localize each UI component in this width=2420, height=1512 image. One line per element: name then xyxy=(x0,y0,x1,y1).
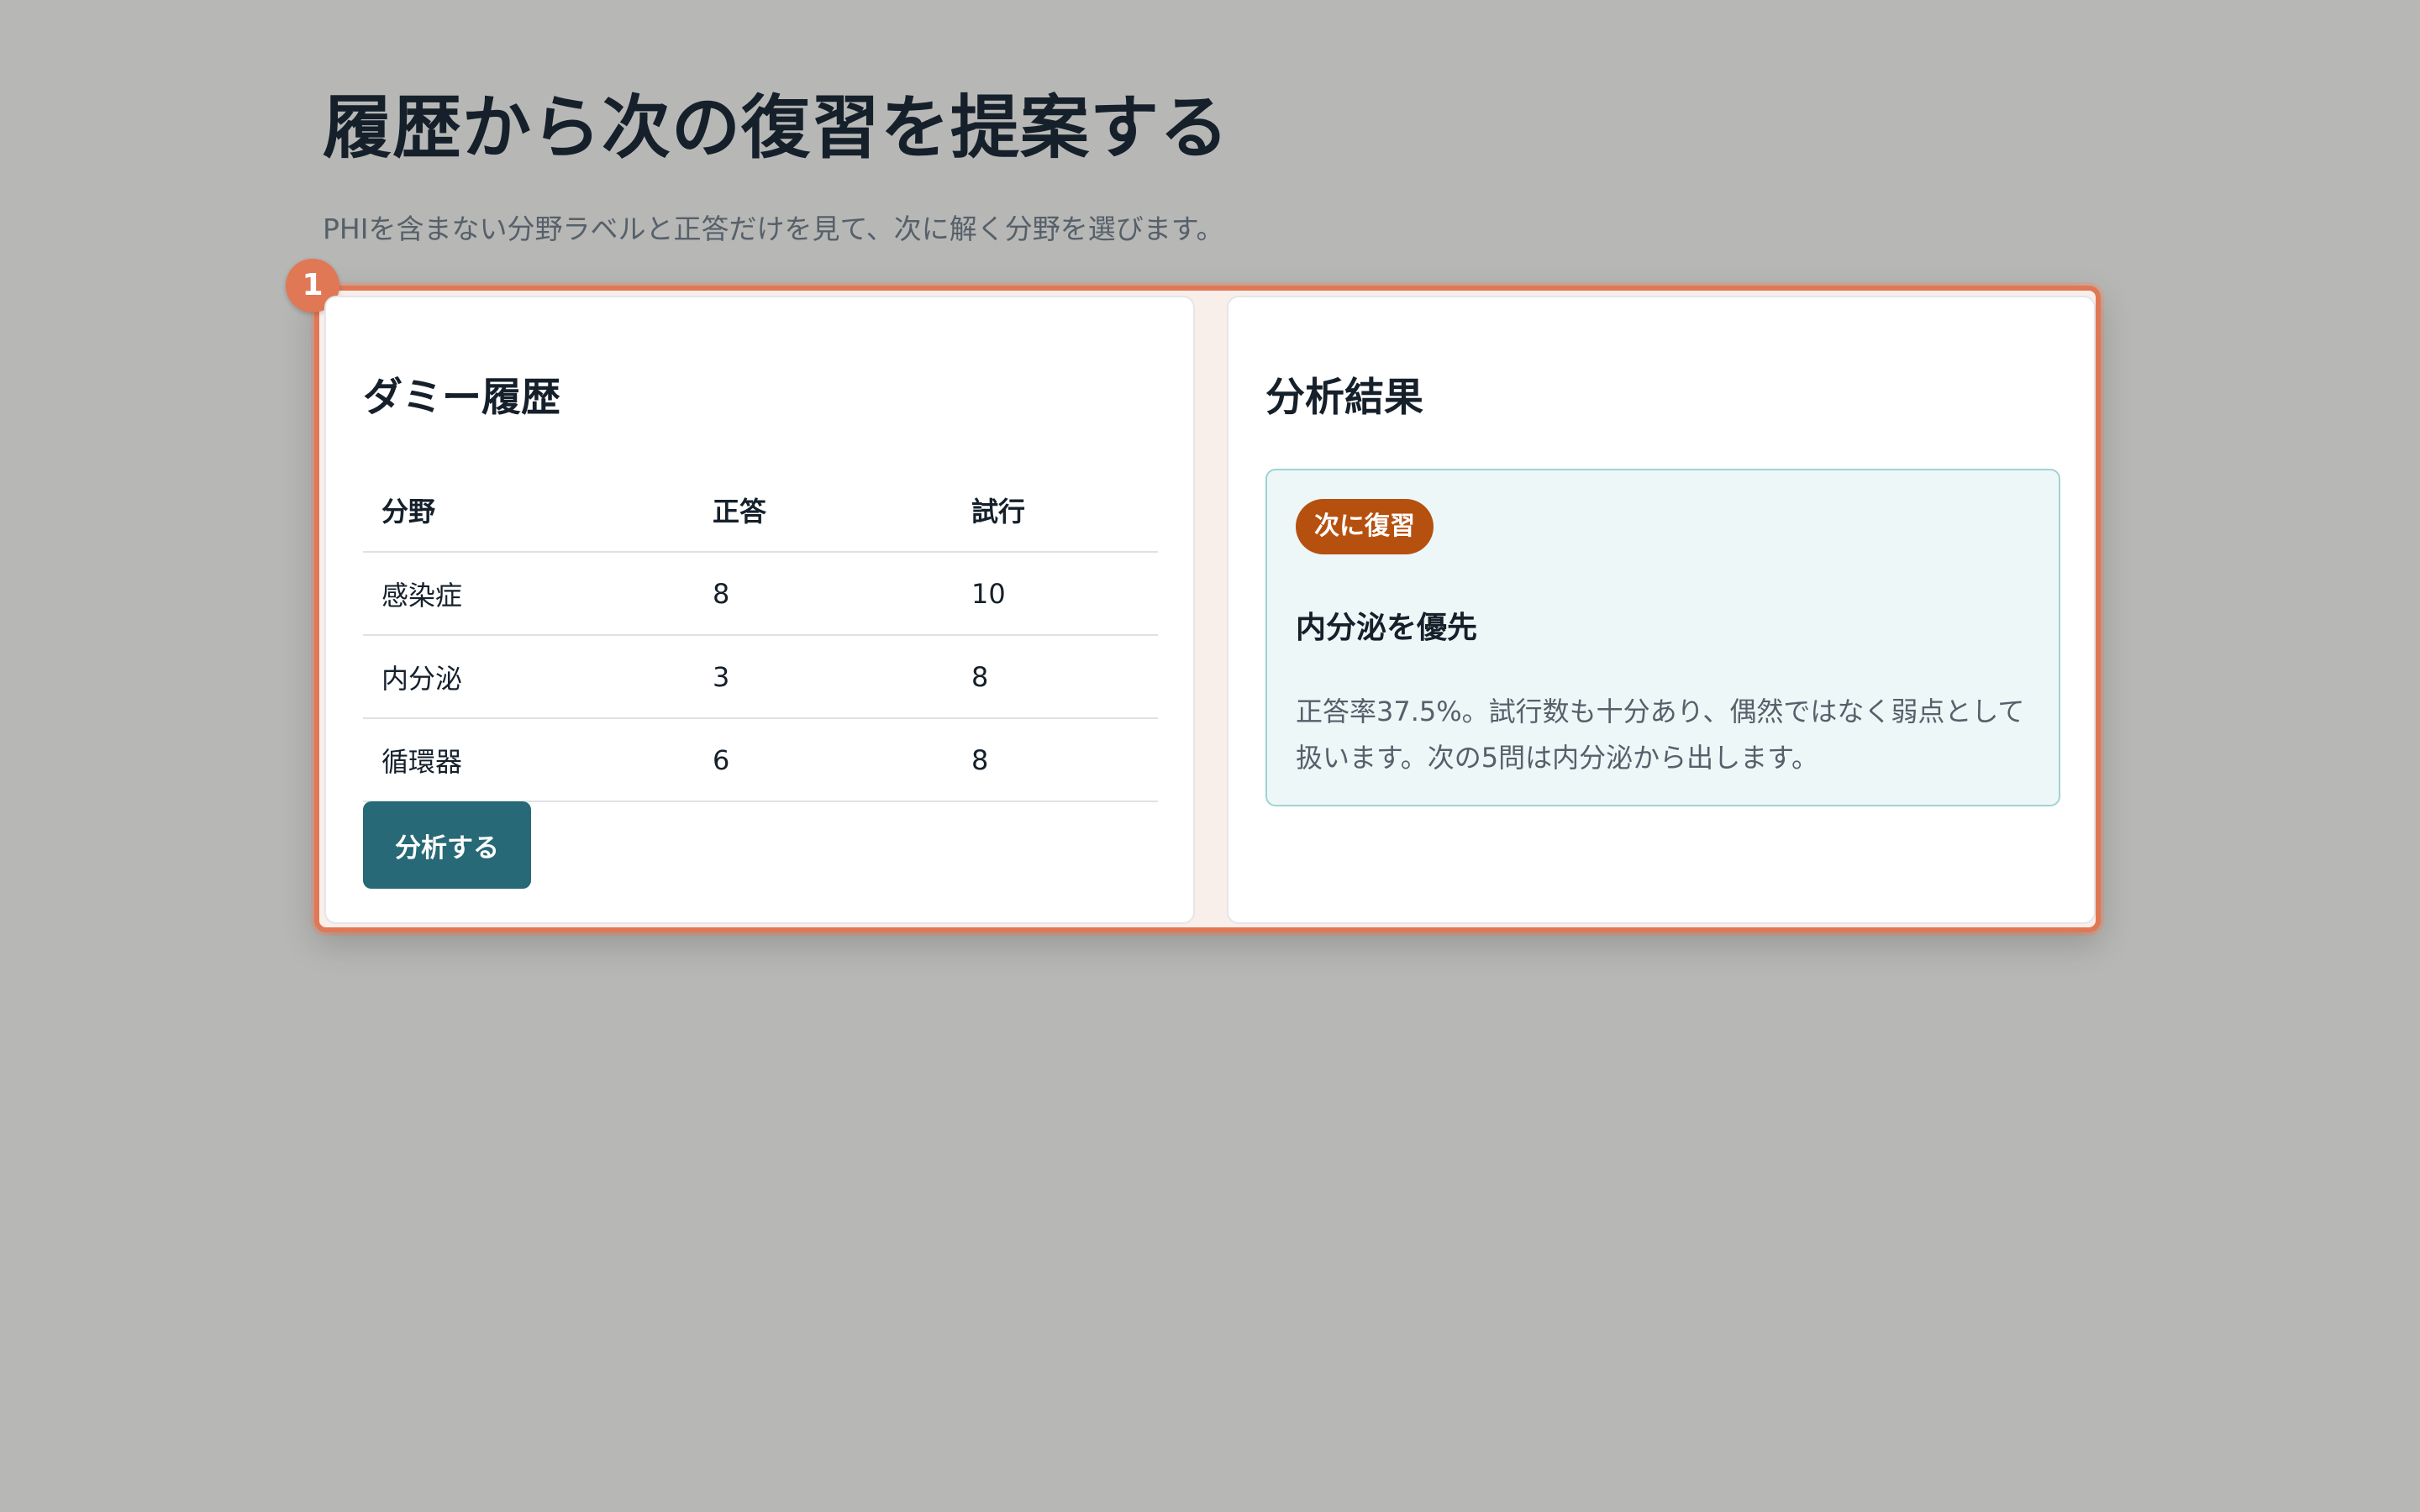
history-table: 分野 正答 試行 感染症 8 10 内分泌 3 8 循環器 6 8 xyxy=(363,469,1158,802)
cell-attempts: 8 xyxy=(953,718,1158,802)
table-row: 感染症 8 10 xyxy=(363,552,1158,636)
table-row: 循環器 6 8 xyxy=(363,718,1158,802)
cell-field: 感染症 xyxy=(363,552,694,636)
recommendation-heading: 内分泌を優先 xyxy=(1296,611,1478,645)
cell-correct: 6 xyxy=(694,718,953,802)
cell-field: 内分泌 xyxy=(363,635,694,719)
recommendation-body: 正答率37.5%。試行数も十分あり、偶然ではなく弱点として扱います。次の5問は内… xyxy=(1296,696,2025,774)
cell-attempts: 10 xyxy=(953,552,1158,636)
column-header-correct: 正答 xyxy=(694,469,953,553)
cell-field: 循環器 xyxy=(363,718,694,802)
cell-attempts: 8 xyxy=(953,635,1158,719)
result-card-title: 分析結果 xyxy=(1265,375,1423,421)
page-subtitle: PHIを含まない分野ラベルと正答だけを見て、次に解く分野を選びます。 xyxy=(323,213,1224,245)
page-title: 履歴から次の復習を提案する xyxy=(323,88,1230,168)
cell-correct: 8 xyxy=(694,552,953,636)
result-card: 分析結果 次に復習 内分泌を優先 正答率37.5%。試行数も十分あり、偶然ではな… xyxy=(1227,296,2096,924)
table-row: 内分泌 3 8 xyxy=(363,635,1158,719)
analyze-button[interactable]: 分析する xyxy=(363,801,531,889)
history-card-title: ダミー履歴 xyxy=(363,375,560,421)
table-header-row: 分野 正答 試行 xyxy=(363,469,1158,553)
cell-correct: 3 xyxy=(694,635,953,719)
column-header-field: 分野 xyxy=(363,469,694,553)
recommendation-box: 次に復習 内分泌を優先 正答率37.5%。試行数も十分あり、偶然ではなく弱点とし… xyxy=(1265,469,2060,806)
status-badge: 次に復習 xyxy=(1296,499,1434,554)
column-header-attempts: 試行 xyxy=(953,469,1158,553)
history-card: ダミー履歴 分野 正答 試行 感染症 8 10 内分泌 3 8 循環器 6 8 … xyxy=(324,296,1195,924)
